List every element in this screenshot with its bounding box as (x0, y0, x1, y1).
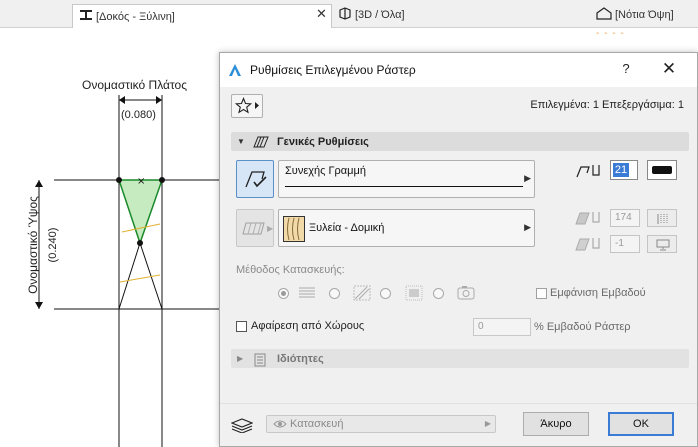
background-pen-input[interactable]: -1 (610, 235, 640, 253)
tab-close-icon[interactable]: ✕ (316, 6, 327, 22)
width-dimension-label: Ονομαστικό Πλάτος (82, 78, 187, 92)
favorites-button[interactable] (231, 94, 263, 118)
help-button[interactable]: ? (618, 61, 634, 76)
chevron-right-icon: ▶ (524, 222, 531, 232)
layer-label: Κατασκευή (290, 418, 344, 430)
chevron-right-icon: ▶ (484, 419, 491, 428)
tab-3d-all[interactable]: [3D / Όλα] (338, 4, 538, 26)
tab-accent-marker: - - - - (596, 28, 625, 39)
layers-icon (230, 417, 254, 434)
chevron-right-icon: ▶ (237, 354, 244, 363)
tab-south-elevation[interactable]: [Νότια Όψη] (596, 4, 698, 26)
method-radio-4[interactable] (433, 288, 444, 299)
fill-pattern-toggle[interactable]: ▶ (236, 209, 274, 247)
line-sample (285, 186, 523, 187)
chevron-right-icon: ▶ (524, 173, 531, 183)
fill-area-percent-input[interactable]: 0 (473, 318, 531, 336)
view-tab-bar: [Δοκός - Ξύλινη] ✕ [3D / Όλα] [Νότια Όψη… (0, 0, 698, 28)
chevron-down-icon: ▼ (237, 137, 245, 146)
show-area-checkbox[interactable] (536, 288, 547, 299)
star-icon (234, 97, 253, 117)
method-radio-3[interactable] (380, 288, 391, 299)
svg-text:×: × (137, 176, 145, 187)
close-button[interactable]: ✕ (660, 59, 678, 79)
general-settings-header[interactable]: ▼ Γενικές Ρυθμίσεις (231, 132, 689, 151)
subtract-from-zones-checkbox[interactable] (236, 321, 247, 332)
pen-number-input[interactable]: 21 (610, 160, 638, 180)
chevron-right-icon: ▶ (267, 224, 274, 233)
pen-color-swatch[interactable] (647, 160, 677, 180)
show-area-label: Εμφάνιση Εμβαδού (550, 287, 646, 299)
background-pen-color[interactable] (647, 235, 677, 253)
tab-label: [3D / Όλα] (355, 9, 405, 21)
archicad-icon (228, 63, 242, 77)
tab-beam-timber[interactable]: [Δοκός - Ξύλινη] (72, 4, 332, 28)
fill-settings-dialog: Ρυθμίσεις Επιλεγμένου Ράστερ ? ✕ Επιλεγμ… (219, 52, 698, 447)
solid-lines-icon (298, 285, 316, 301)
properties-icon (253, 353, 269, 366)
properties-header[interactable]: ▶ Ιδιότητες (231, 349, 689, 368)
dialog-title: Ρυθμίσεις Επιλεγμένου Ράστερ (250, 63, 416, 77)
hatch-icon (242, 221, 268, 238)
footer-divider (220, 403, 697, 404)
line-type-label: Συνεχής Γραμμή (285, 165, 366, 177)
fill-type-label: Ξυλεία - Δομική (309, 222, 385, 234)
ok-button[interactable]: OK (608, 412, 674, 436)
fill-outline-toggle[interactable] (236, 160, 274, 198)
method-radio-1[interactable] (278, 288, 289, 299)
fill-area-percent-label: % Εμβαδού Ράστερ (534, 321, 631, 333)
dotted-pattern-icon (405, 285, 423, 301)
outline-pen-icon (244, 169, 268, 194)
hatch-sample-icon (656, 213, 670, 228)
chevron-right-icon (254, 101, 260, 113)
line-type-dropdown[interactable]: Συνεχής Γραμμή ▶ (278, 160, 535, 198)
monitor-icon (656, 239, 670, 254)
fill-pen-icon (575, 210, 601, 226)
width-dimension-value: (0.080) (121, 109, 156, 121)
fill-settings-icon (253, 136, 269, 148)
fill-type-dropdown[interactable]: Ξυλεία - Δομική ▶ (278, 209, 535, 247)
cancel-button[interactable]: Άκυρο (523, 412, 589, 436)
height-dimension-label: Ονομαστικό Ύψος (26, 196, 40, 294)
contour-pen-icon (575, 163, 603, 179)
beam-icon (79, 9, 93, 24)
3d-view-icon (338, 7, 352, 23)
height-dimension-value: (0.240) (47, 227, 59, 263)
subtract-from-zones-label: Αφαίρεση από Χώρους (251, 320, 365, 332)
fill-pen-input[interactable]: 174 (610, 209, 640, 227)
diagonal-hatch-icon (353, 285, 371, 301)
general-settings-title: Γενικές Ρυθμίσεις (277, 135, 369, 148)
tab-label: [Δοκός - Ξύλινη] (96, 10, 175, 23)
background-pen-icon (575, 236, 601, 252)
layer-dropdown[interactable]: Κατασκευή ▶ (266, 415, 496, 433)
selection-info: Επιλεγμένα: 1 Επεξεργάσιμα: 1 (530, 99, 684, 111)
method-radio-2[interactable] (329, 288, 340, 299)
drawing-canvas[interactable]: × Ονομαστικό Πλάτος (0.080) Ονομαστικό Ύ… (0, 29, 220, 447)
tab-label: [Νότια Όψη] (615, 9, 674, 21)
timber-fill-swatch (283, 216, 305, 242)
pen-color-sample (652, 166, 672, 174)
pen-number-value: 21 (613, 163, 629, 177)
construction-method-label: Μέθοδος Κατασκευής: (236, 264, 345, 276)
elevation-icon (596, 7, 612, 23)
fill-pen-color[interactable] (647, 209, 677, 227)
dialog-title-bar[interactable]: Ρυθμίσεις Επιλεγμένου Ράστερ ? ✕ (220, 53, 697, 87)
properties-title: Ιδιότητες (277, 352, 324, 365)
image-fill-icon (457, 285, 475, 301)
eye-icon (273, 419, 287, 429)
